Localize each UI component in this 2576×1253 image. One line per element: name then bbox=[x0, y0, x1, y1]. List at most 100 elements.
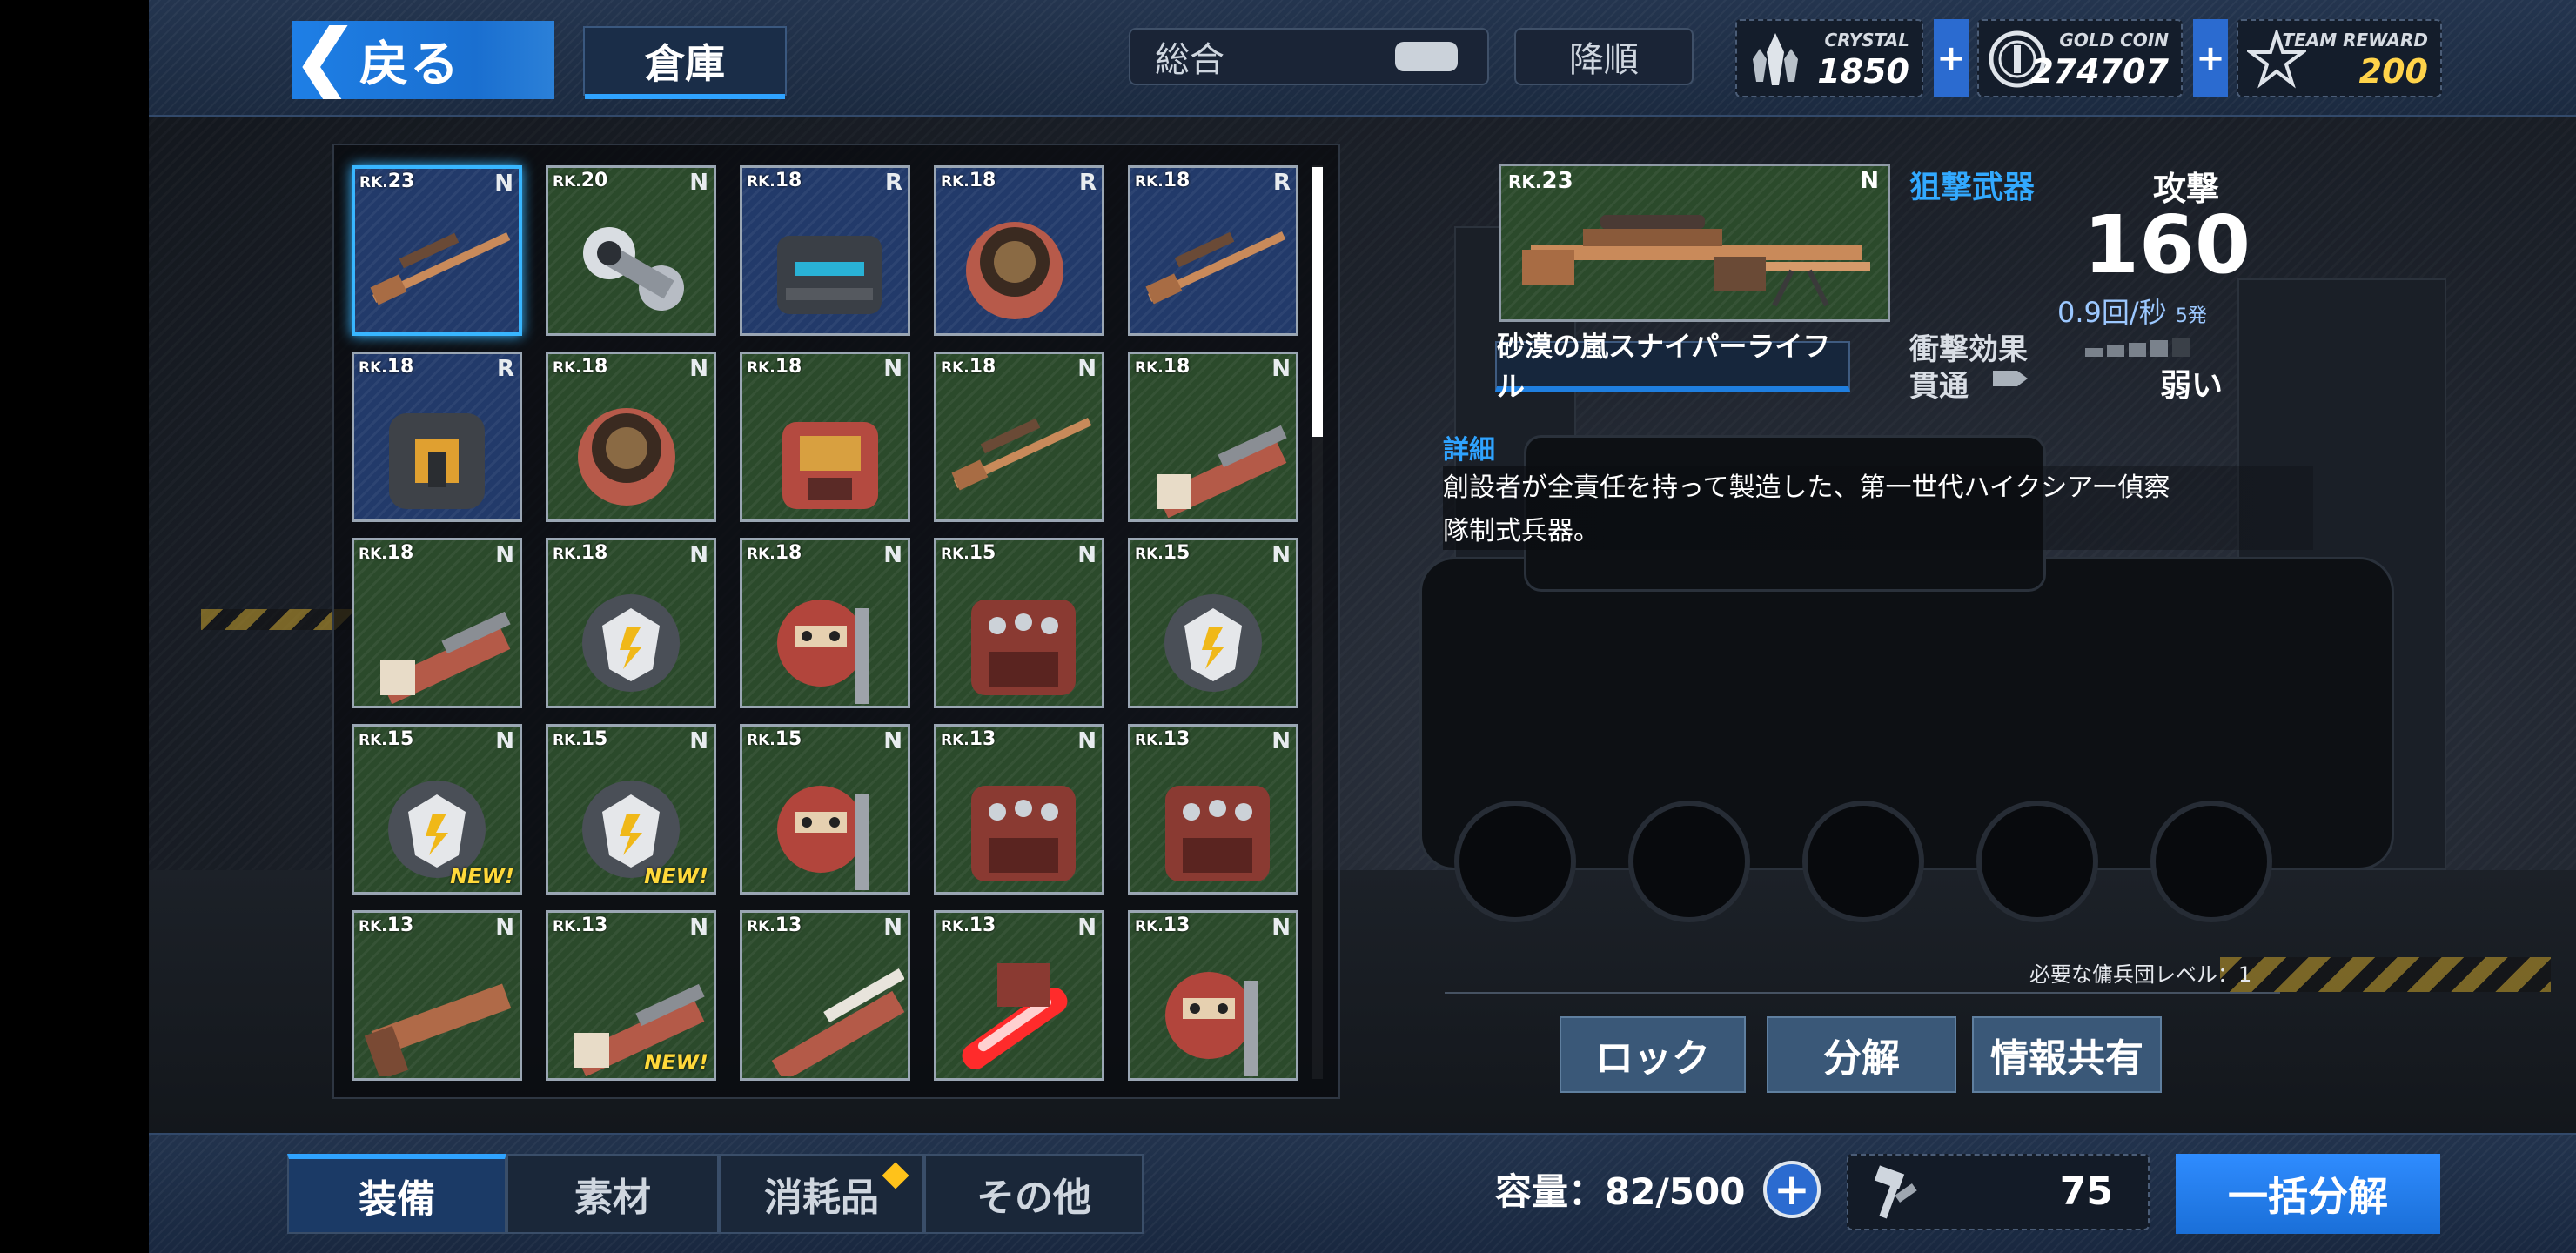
tab-other-label: その他 bbox=[976, 1176, 1091, 1220]
back-button[interactable]: ❮ 戻る bbox=[292, 21, 554, 99]
inventory-item-sniper-rifle[interactable]: RK.23 N bbox=[352, 165, 522, 336]
capacity-label: 容量：82/500 bbox=[1495, 1170, 1746, 1213]
item-rarity: N bbox=[495, 915, 514, 941]
inventory-item-torso[interactable]: RK.13 N bbox=[934, 724, 1104, 895]
rank-value: 18 bbox=[969, 170, 996, 191]
inventory-item-chest-plate[interactable]: RK.18 R bbox=[740, 165, 910, 336]
inventory-item-pistol[interactable]: RK.13 N bbox=[352, 910, 522, 1081]
rank-value: 13 bbox=[1163, 728, 1191, 750]
inventory-scroll-thumb[interactable] bbox=[1312, 167, 1323, 437]
team-reward-value: 200 bbox=[2358, 52, 2428, 90]
tab-materials-label: 素材 bbox=[574, 1176, 651, 1220]
back-label: 戻る bbox=[359, 36, 460, 93]
inventory-item-chainsaw[interactable]: RK.13 N bbox=[740, 910, 910, 1081]
item-rank: RK.18 bbox=[941, 170, 996, 191]
tab-other[interactable]: その他 bbox=[924, 1154, 1144, 1234]
description-line: 創設者が全責任を持って製造した、第一世代ハイクシアー偵察 bbox=[1443, 472, 2170, 503]
inventory-item-shield-fist[interactable]: RK.15 N bbox=[1128, 538, 1298, 708]
crystal-add-button[interactable]: + bbox=[1934, 19, 1969, 97]
rank-value: 18 bbox=[1163, 170, 1191, 191]
item-rank: RK.18 bbox=[1135, 356, 1190, 378]
inventory-item-mech-head[interactable]: RK.15 N bbox=[740, 724, 910, 895]
item-rank: RK.13 bbox=[747, 915, 802, 936]
mech-head-icon bbox=[777, 600, 869, 704]
rank-prefix: RK. bbox=[747, 359, 775, 377]
shield-fist-icon bbox=[582, 594, 680, 692]
inventory-item-torso[interactable]: RK.13 N bbox=[1128, 724, 1298, 895]
inventory-item-shoulder[interactable]: RK.18 R bbox=[934, 165, 1104, 336]
item-rank: RK.15 bbox=[747, 728, 802, 750]
tab-materials[interactable]: 素材 bbox=[506, 1154, 719, 1234]
dismantle-button[interactable]: 分解 bbox=[1767, 1016, 1956, 1093]
inventory-item-mech-head[interactable]: RK.18 N bbox=[740, 538, 910, 708]
rank-value: 13 bbox=[1163, 915, 1191, 936]
item-rank: RK.18 bbox=[747, 356, 802, 378]
inventory-item-leg-armor[interactable]: RK.18 R bbox=[352, 352, 522, 522]
tab-warehouse[interactable]: 倉庫 bbox=[583, 26, 787, 99]
order-button[interactable]: 降順 bbox=[1514, 28, 1694, 85]
shots-value: 5発 bbox=[2175, 305, 2207, 327]
torso-icon bbox=[1165, 786, 1270, 881]
inventory-item-sniper-rifle[interactable]: RK.18 R bbox=[1128, 165, 1298, 336]
dismantle-label: 分解 bbox=[1823, 1036, 1900, 1081]
tab-equipment[interactable]: 装備 bbox=[287, 1154, 506, 1234]
inventory-item-torso[interactable]: RK.15 N bbox=[934, 538, 1104, 708]
inventory-item-gatling[interactable]: RK.18 N bbox=[352, 538, 522, 708]
gatling-icon bbox=[380, 611, 511, 704]
inventory-item-sniper-rifle[interactable]: RK.18 N bbox=[934, 352, 1104, 522]
chainsaw-icon bbox=[771, 968, 904, 1076]
item-rank: RK.13 bbox=[359, 915, 413, 936]
item-rarity: N bbox=[495, 728, 514, 754]
rank-value: 18 bbox=[386, 542, 414, 564]
impact-bar bbox=[2085, 348, 2103, 357]
impact-meter bbox=[2085, 338, 2190, 357]
item-rarity: N bbox=[1077, 728, 1097, 754]
sort-label: 総合 bbox=[1155, 40, 1224, 80]
item-rank: RK.20 bbox=[553, 170, 607, 191]
sort-toggle-icon bbox=[1395, 42, 1458, 71]
share-button[interactable]: 情報共有 bbox=[1972, 1016, 2162, 1093]
leg-armor-icon bbox=[389, 413, 485, 509]
inventory-item-gatling[interactable]: RK.13 N NEW! bbox=[546, 910, 716, 1081]
pierce-value: 弱い bbox=[2160, 368, 2224, 404]
rank-prefix: RK. bbox=[553, 732, 581, 749]
impact-bar bbox=[2172, 338, 2190, 357]
sort-dropdown[interactable]: 総合 bbox=[1129, 28, 1489, 85]
divider bbox=[1445, 992, 2280, 994]
rank-prefix: RK. bbox=[747, 732, 775, 749]
laser-sword-icon bbox=[962, 963, 1068, 1069]
plus-icon: + bbox=[1774, 1164, 1810, 1215]
item-rarity: N bbox=[1271, 728, 1291, 754]
item-rarity: N bbox=[883, 356, 902, 382]
gold-coin-name: GOLD COIN bbox=[2059, 30, 2169, 50]
rank-prefix: RK. bbox=[941, 359, 969, 377]
expand-capacity-button[interactable]: + bbox=[1763, 1161, 1821, 1218]
attack-value: 160 bbox=[2083, 198, 2251, 291]
detail-heading: 詳細 bbox=[1443, 435, 1495, 466]
item-rank: RK.18 bbox=[553, 542, 607, 564]
rank-value: 13 bbox=[386, 915, 414, 936]
inventory-item-shoulder[interactable]: RK.18 N bbox=[546, 352, 716, 522]
item-rank: RK.13 bbox=[553, 915, 607, 936]
inventory-item-shield-fist[interactable]: RK.15 N NEW! bbox=[352, 724, 522, 895]
rank-value: 13 bbox=[969, 728, 996, 750]
inventory-item-white-arm[interactable]: RK.20 N bbox=[546, 165, 716, 336]
crystal-name: CRYSTAL bbox=[1824, 30, 1909, 50]
mech-head-icon bbox=[1165, 972, 1258, 1076]
impact-bar bbox=[2129, 343, 2146, 357]
inventory-item-shield-fist[interactable]: RK.18 N bbox=[546, 538, 716, 708]
rank-prefix: RK. bbox=[553, 359, 581, 377]
fire-rate-value: 0.9回/秒 bbox=[2057, 296, 2167, 329]
gold-coin-add-button[interactable]: + bbox=[2193, 19, 2228, 97]
inventory-item-shield-fist[interactable]: RK.15 N NEW! bbox=[546, 724, 716, 895]
bulk-dismantle-button[interactable]: 一括分解 bbox=[2176, 1154, 2440, 1234]
lock-button[interactable]: ロック bbox=[1560, 1016, 1746, 1093]
hazard-stripe bbox=[2220, 957, 2551, 992]
inventory-item-mech-head[interactable]: RK.13 N bbox=[1128, 910, 1298, 1081]
inventory-item-laser-sword[interactable]: RK.13 N bbox=[934, 910, 1104, 1081]
inventory-item-gatling[interactable]: RK.18 N bbox=[1128, 352, 1298, 522]
inventory-item-chest-armor[interactable]: RK.18 N bbox=[740, 352, 910, 522]
item-rarity: N bbox=[689, 356, 708, 382]
crystal-counter: CRYSTAL 1850 bbox=[1735, 19, 1923, 97]
rank-value: 18 bbox=[775, 356, 802, 378]
